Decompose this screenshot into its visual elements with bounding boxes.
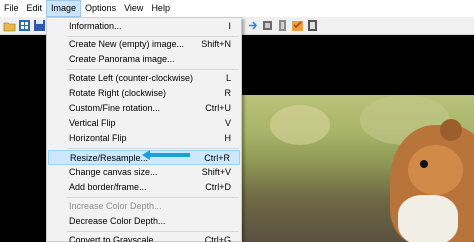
menu-item-horizontal-flip[interactable]: Horizontal Flip H: [48, 131, 240, 146]
info-icon[interactable]: [291, 19, 304, 32]
menu-item-convert-grayscale[interactable]: Convert to Grayscale Ctrl+G: [48, 233, 240, 242]
menu-item-change-canvas-size[interactable]: Change canvas size... Shift+V: [48, 165, 240, 180]
exit-icon[interactable]: [306, 19, 319, 32]
menu-item-custom-rotation[interactable]: Custom/Fine rotation... Ctrl+U: [48, 101, 240, 116]
menu-separator: [67, 197, 239, 198]
next-icon[interactable]: [247, 19, 260, 32]
menu-file[interactable]: File: [0, 0, 23, 17]
menu-edit[interactable]: Edit: [23, 0, 47, 17]
menu-separator: [67, 69, 239, 70]
rotate-icon[interactable]: [261, 19, 274, 32]
menu-item-create-panorama[interactable]: Create Panorama image...: [48, 52, 240, 67]
menu-item-decrease-color-depth[interactable]: Decrease Color Depth...: [48, 214, 240, 229]
save-icon[interactable]: [33, 19, 46, 32]
hamster-image: [390, 119, 474, 242]
menu-image[interactable]: Image: [46, 0, 82, 17]
menu-item-rotate-right[interactable]: Rotate Right (clockwise) R: [48, 86, 240, 101]
menu-item-rotate-left[interactable]: Rotate Left (counter-clockwise) L: [48, 71, 240, 86]
menu-item-create-new-image[interactable]: Create New (empty) image... Shift+N: [48, 37, 240, 52]
settings-icon[interactable]: [276, 19, 289, 32]
menu-help[interactable]: Help: [147, 0, 174, 17]
menu-item-add-border-frame[interactable]: Add border/frame... Ctrl+D: [48, 180, 240, 195]
menu-item-increase-color-depth[interactable]: Increase Color Depth...: [48, 199, 240, 214]
thumbnails-icon[interactable]: [18, 19, 31, 32]
annotation-arrow-icon: [142, 150, 190, 160]
open-icon[interactable]: [3, 19, 16, 32]
hamster-photo: [240, 95, 474, 242]
menu-bar: File Edit Image Options View Help: [0, 0, 474, 17]
menu-item-information[interactable]: Information... I: [48, 19, 240, 34]
menu-item-vertical-flip[interactable]: Vertical Flip V: [48, 116, 240, 131]
menu-options[interactable]: Options: [81, 0, 120, 17]
menu-view[interactable]: View: [120, 0, 147, 17]
menu-separator: [67, 231, 239, 232]
image-dropdown-menu: Information... I Create New (empty) imag…: [46, 17, 242, 242]
